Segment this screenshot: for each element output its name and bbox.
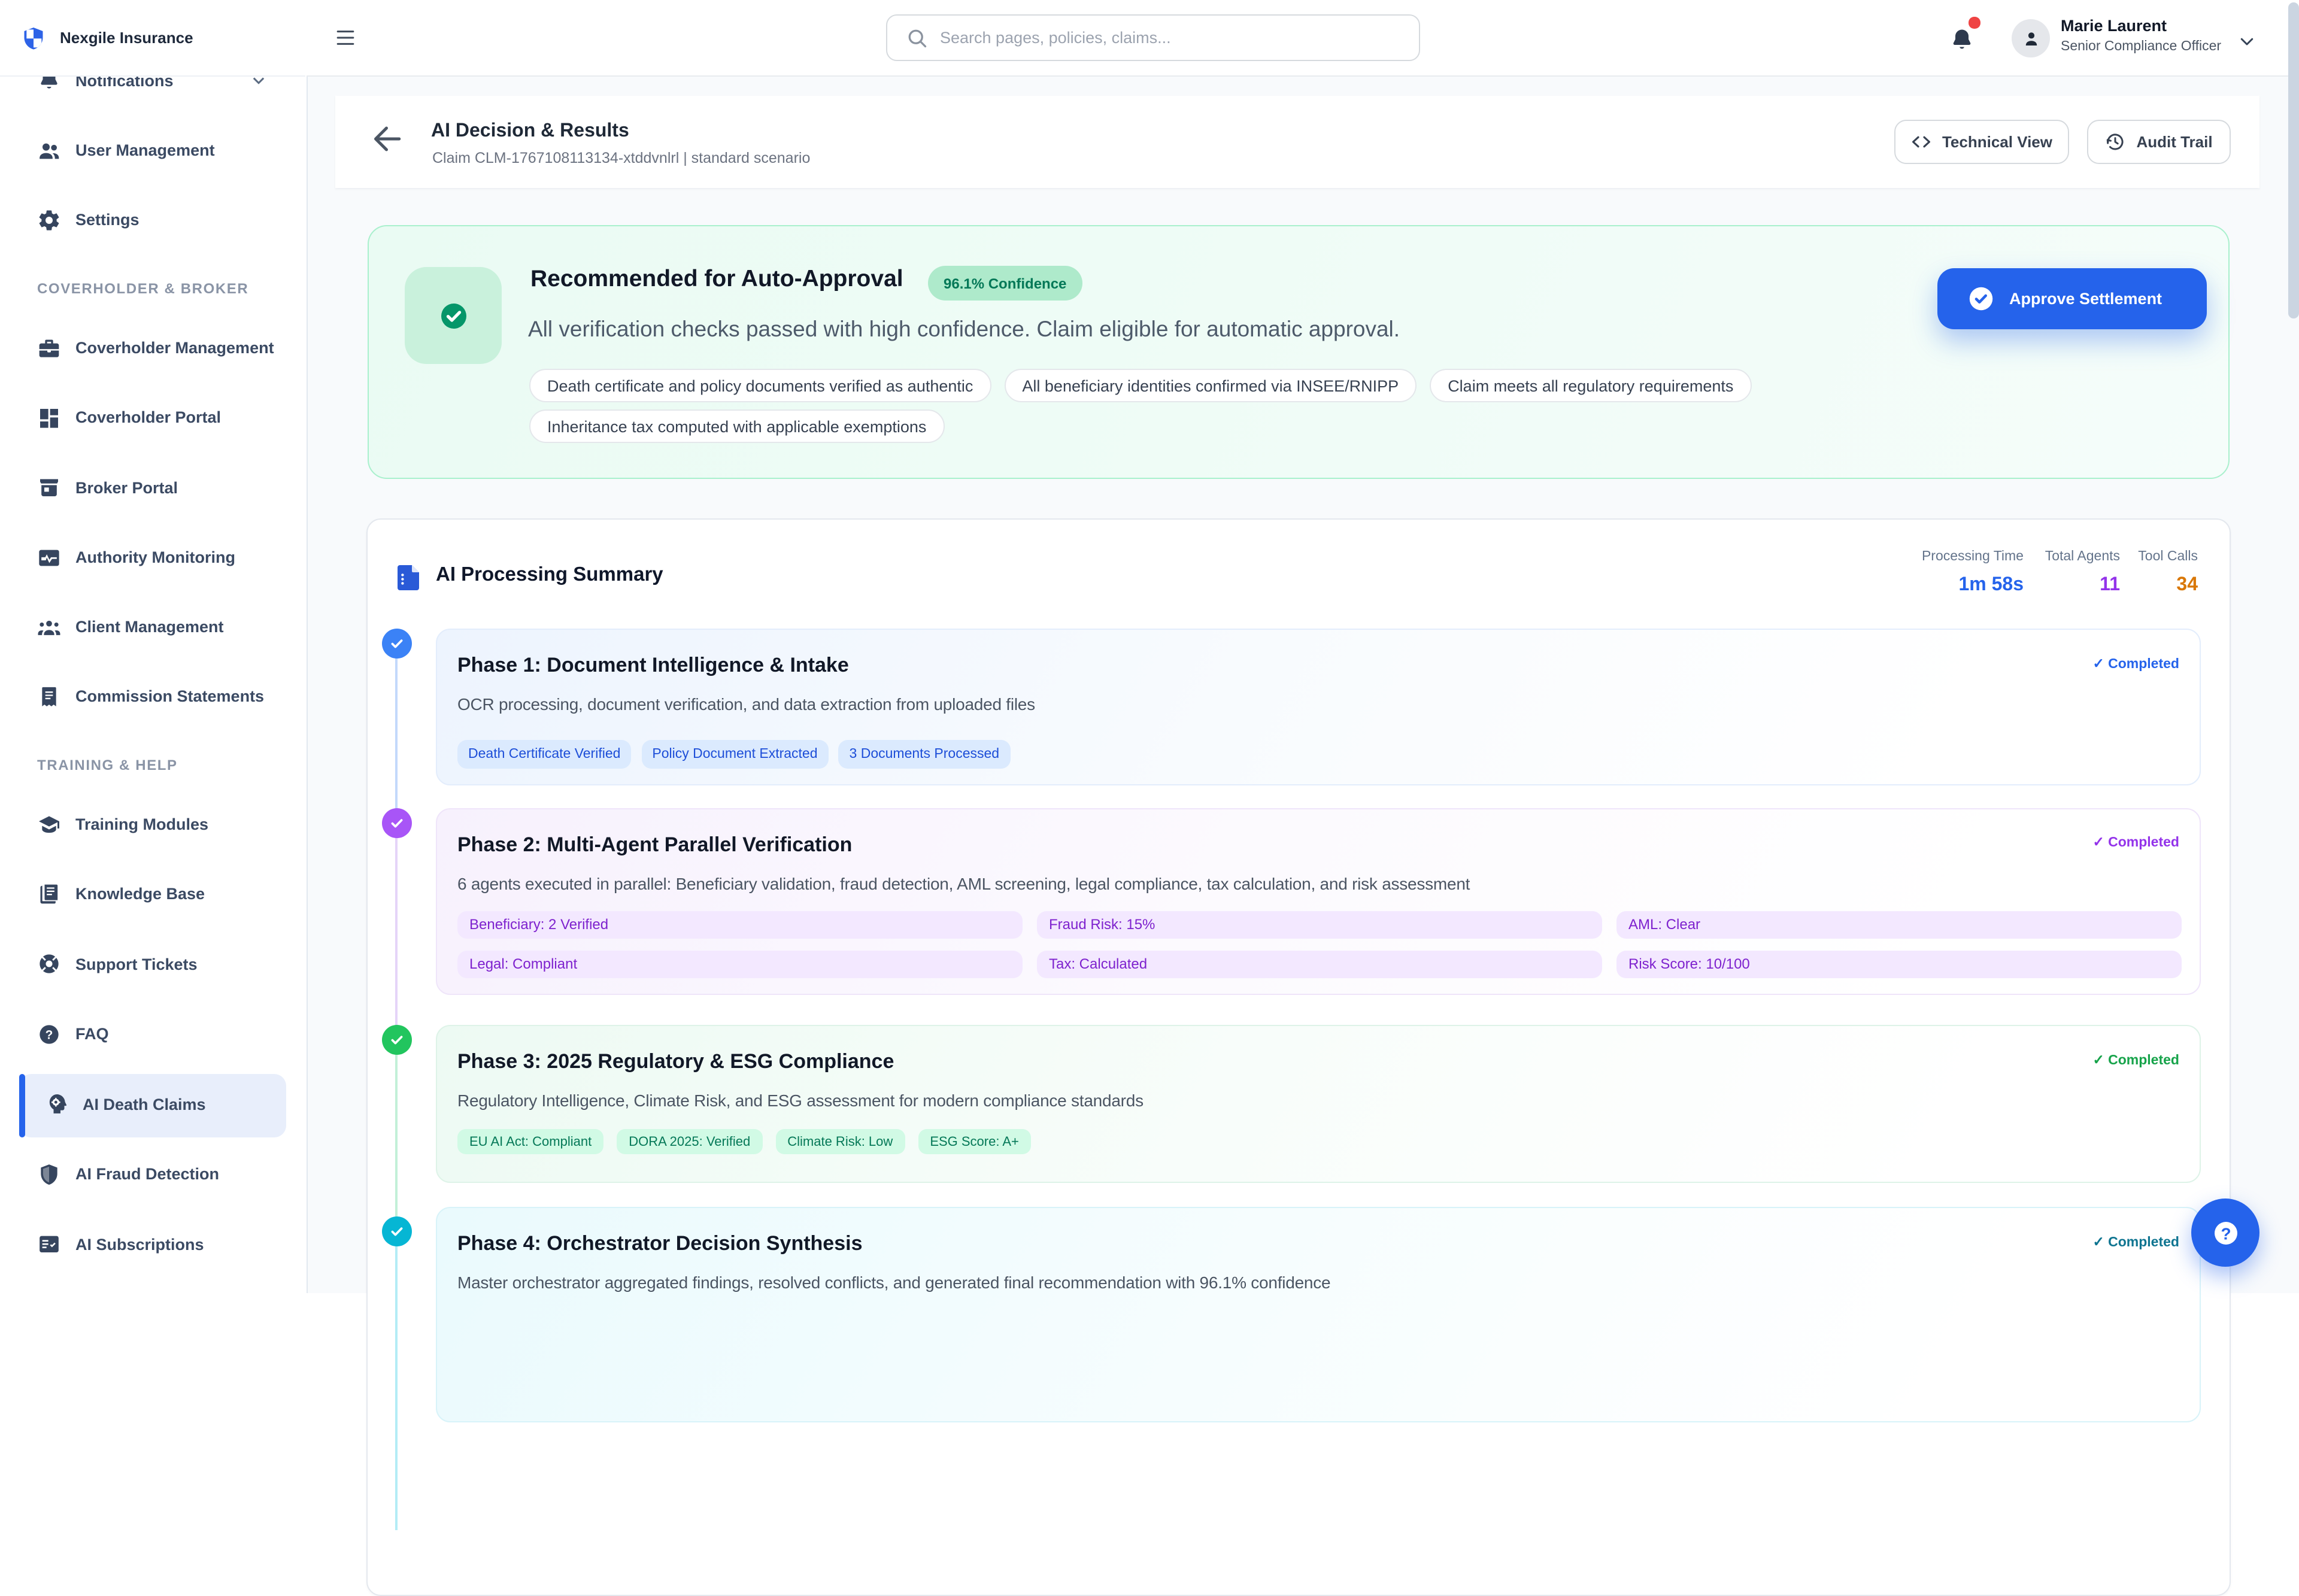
svg-text:?: ? <box>2220 1224 2230 1242</box>
svg-text:?: ? <box>46 1027 53 1041</box>
